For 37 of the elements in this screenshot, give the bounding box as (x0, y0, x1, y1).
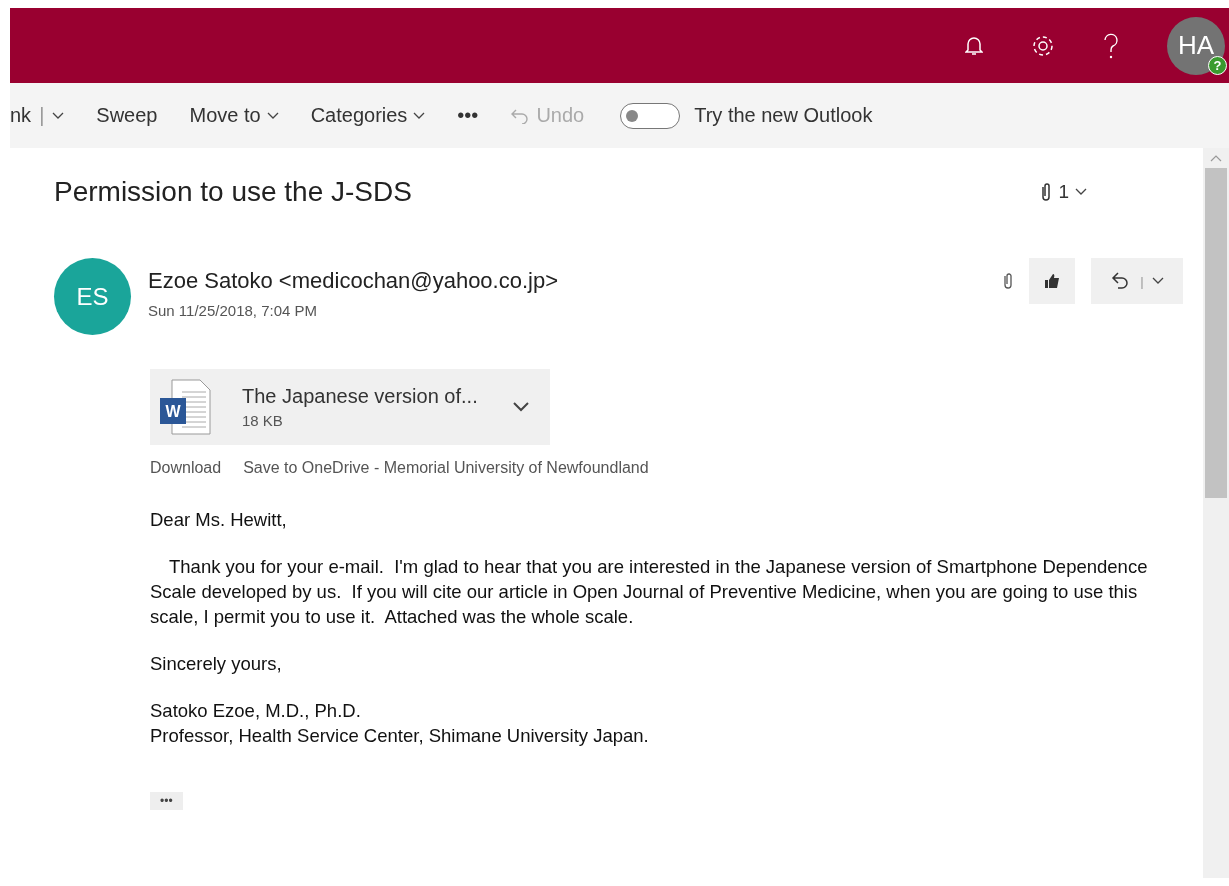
toolbar-button[interactable]: nk | (10, 104, 81, 127)
undo-icon (510, 107, 531, 124)
bell-icon[interactable] (965, 34, 983, 57)
body-paragraph: Satoko Ezoe, M.D., Ph.D. Professor, Health Service Center, Shimane University Japan. (150, 699, 650, 748)
attachment-count-button[interactable]: 1 (1034, 180, 1093, 204)
sender-avatar: ES (54, 258, 131, 335)
toggle-switch[interactable] (620, 102, 681, 129)
paperclip-icon (1040, 182, 1053, 202)
attachment-link[interactable]: Download (150, 459, 222, 477)
attachment-link[interactable]: Save to OneDrive - Memorial University of Newfoundland (243, 459, 649, 477)
toolbar-button[interactable]: Sweep (80, 104, 174, 127)
sender-name: Ezoe Satoko <medicochan@yahoo.co.jp> (148, 268, 560, 294)
body-paragraph: Thank you for your e-mail. I'm glad to hear that you are interested in the Japanese version of Smartphone Dependence Scale developed by us. If you will cite our article in Open Journal of Preventive Medicine, when you are going to use this scale, I permit you to use it. Attached was the whole scale. (150, 555, 1149, 629)
toolbar-button[interactable]: Move to (173, 104, 295, 127)
caret-icon (1151, 277, 1164, 285)
paperclip-icon (1003, 272, 1013, 290)
toolbar-button[interactable]: ••• (441, 104, 495, 127)
email-subject: Permission to use the J-SDS (54, 176, 412, 208)
toolbar-button[interactable]: Categories (294, 104, 442, 127)
settings-icon[interactable] (1031, 33, 1055, 58)
thumbs-up-icon (1043, 273, 1061, 289)
caret-icon (266, 111, 279, 120)
toggle-label: Try the new Outlook (694, 104, 874, 127)
caret-icon (413, 111, 426, 120)
attachment-card[interactable]: W The Japanese version of... 18 KB (150, 369, 550, 445)
attachment-size: 18 KB (242, 412, 284, 429)
help-icon[interactable] (1103, 32, 1119, 59)
body-paragraph: Dear Ms. Hewitt, (150, 508, 288, 532)
caret-icon (52, 111, 65, 120)
chevron-down-icon[interactable] (512, 401, 530, 413)
sent-date: Sun 11/25/2018, 7:04 PM (148, 302, 318, 319)
caret-icon (1075, 188, 1087, 196)
attachment-name: The Japanese version of... (242, 385, 479, 408)
body-paragraph: Sincerely yours, (150, 652, 283, 676)
like-button[interactable] (1029, 258, 1075, 304)
scrollbar[interactable] (1203, 148, 1229, 878)
show-more-button[interactable]: ••• (150, 792, 183, 810)
